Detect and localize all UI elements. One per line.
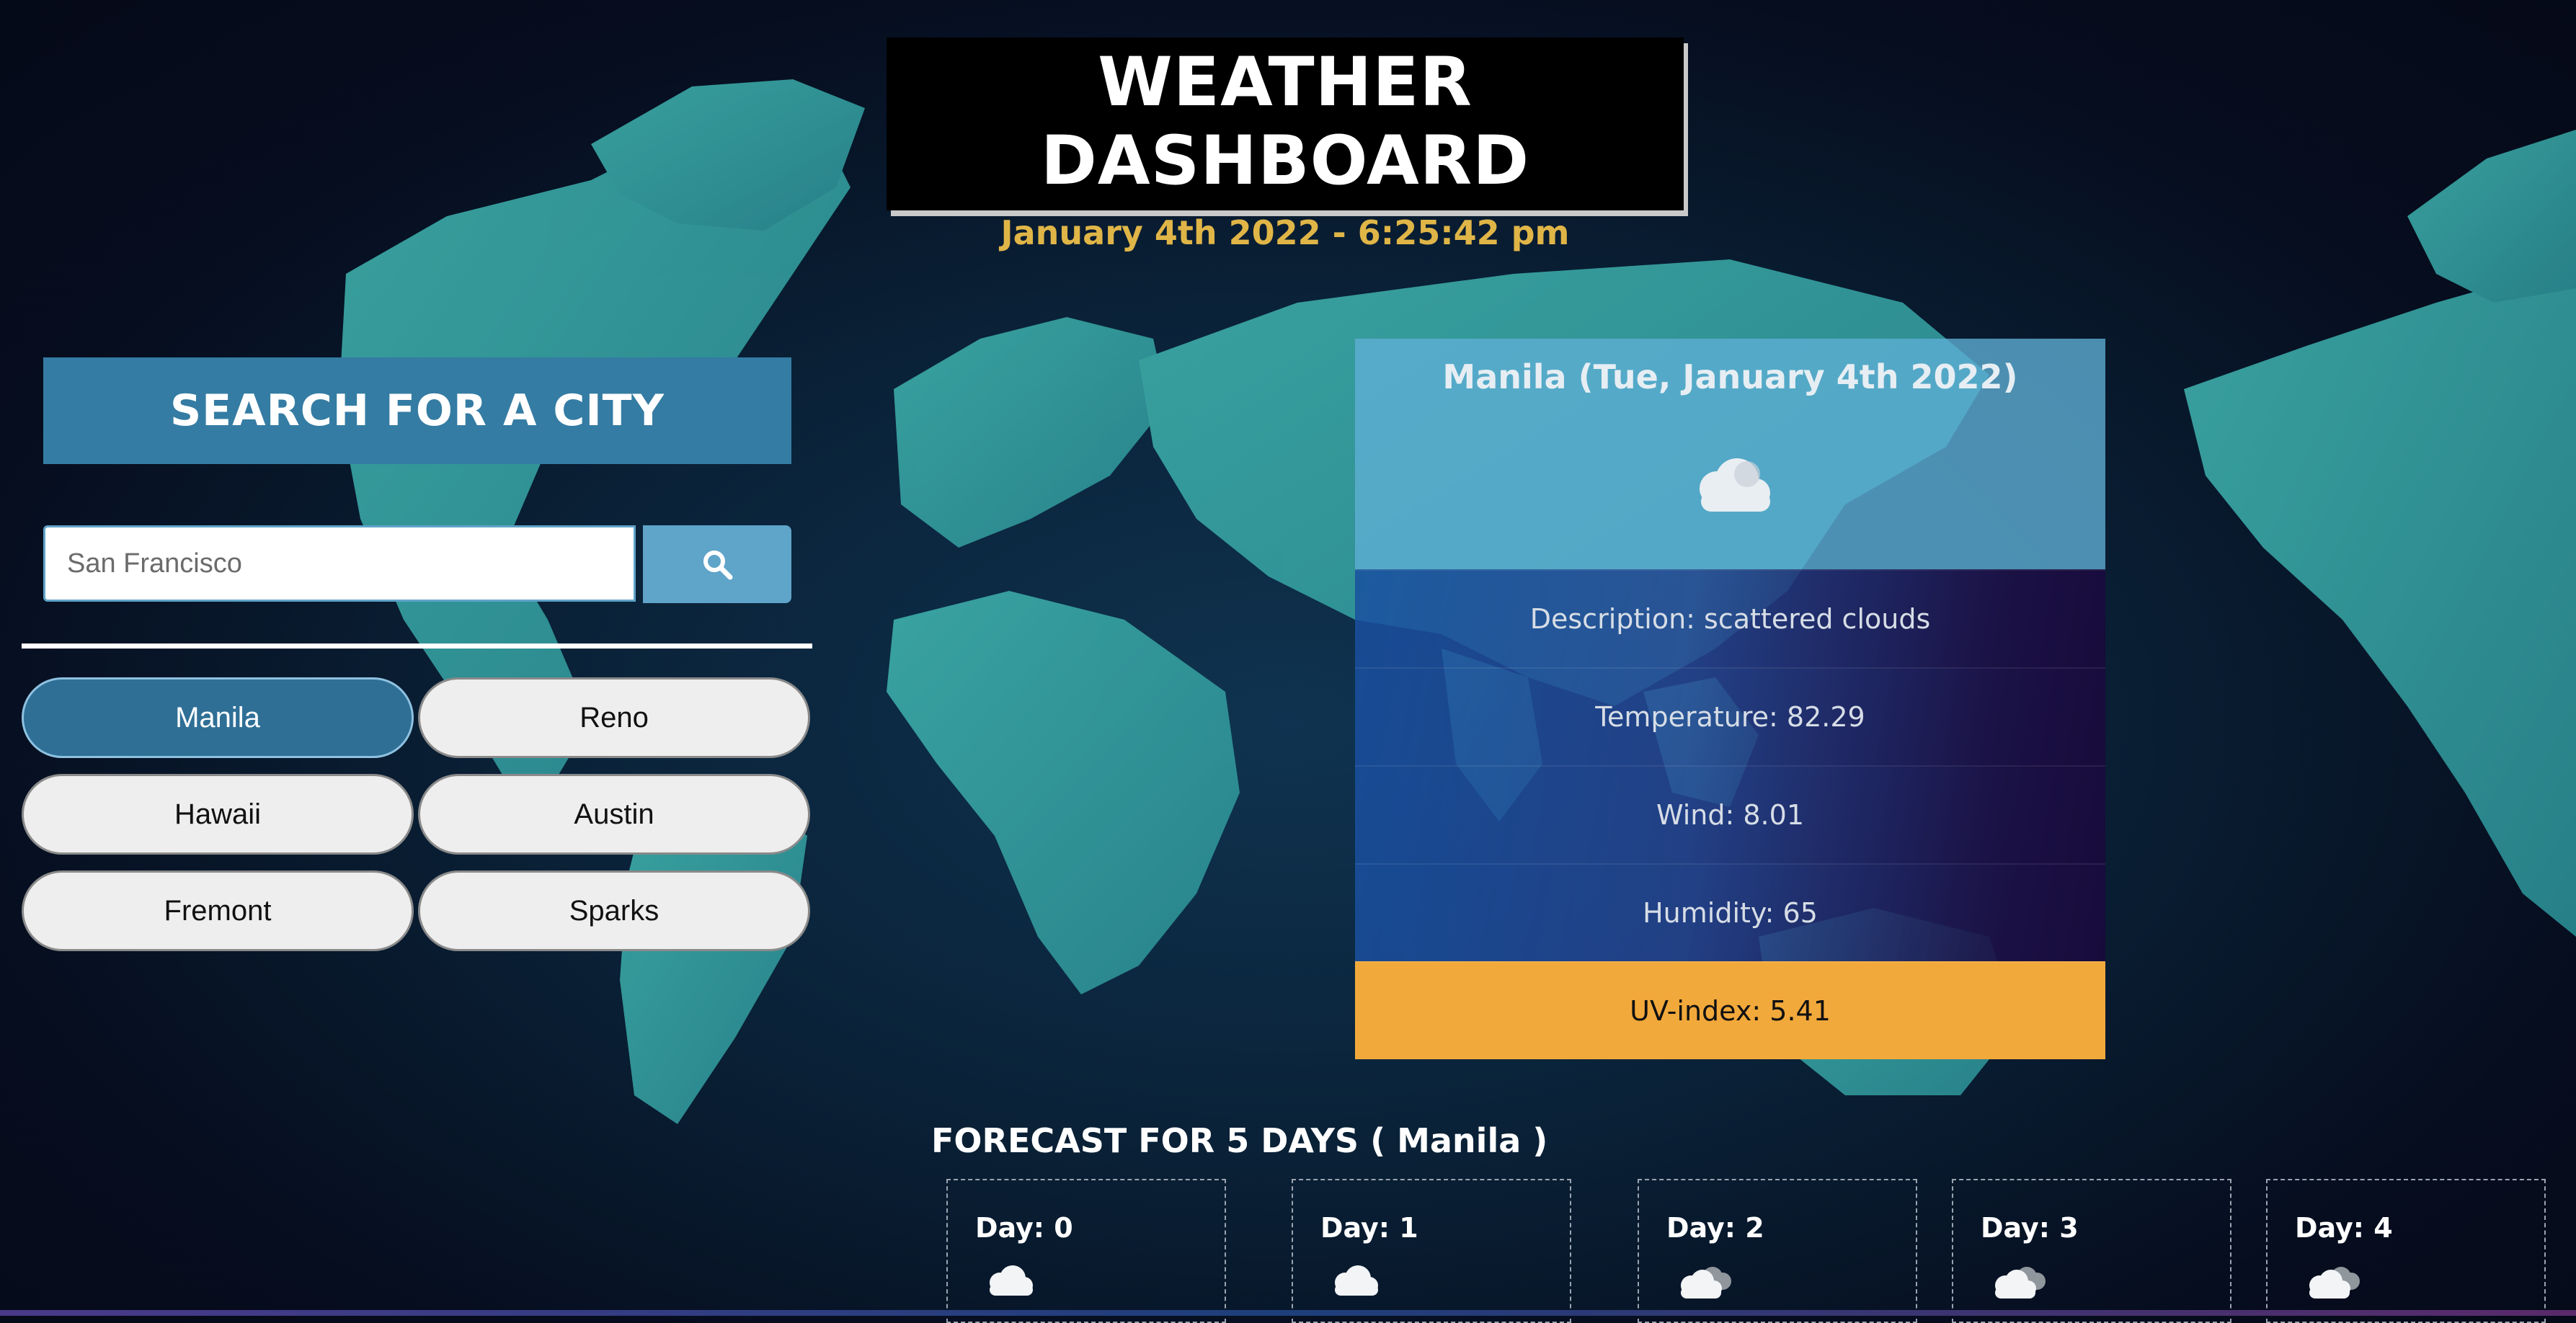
search-divider (22, 643, 812, 649)
wind-row: Wind: 8.01 (1355, 765, 2105, 863)
broken-clouds-icon (1681, 1267, 1731, 1298)
temperature-row: Temperature: 82.29 (1355, 667, 2105, 765)
forecast-card-day-0: Day: 0 (946, 1179, 1226, 1323)
humidity-row: Humidity: 65 (1355, 863, 2105, 961)
current-datetime: January 4th 2022 - 6:25:42 pm (1000, 213, 1570, 252)
city-button-manila[interactable]: Manila (22, 677, 414, 758)
city-button-hawaii[interactable]: Hawaii (22, 774, 414, 855)
description-row: Description: scattered clouds (1355, 569, 2105, 667)
current-weather-card: Manila (Tue, January 4th 2022) Descripti… (1355, 339, 2105, 1059)
forecast-title: FORECAST FOR 5 DAYS ( Manila ) (931, 1121, 1548, 1160)
forecast-day-label: Day: 4 (2295, 1212, 2393, 1244)
search-row (43, 525, 791, 603)
forecast-day-label: Day: 1 (1320, 1212, 1418, 1244)
search-input[interactable] (43, 525, 636, 602)
bottom-border (0, 1310, 2576, 1316)
search-icon (703, 551, 733, 580)
search-panel: SEARCH FOR A CITY (43, 357, 791, 603)
scattered-clouds-icon (1700, 458, 1770, 512)
forecast-day-label: Day: 2 (1666, 1212, 1764, 1244)
search-button[interactable] (643, 525, 791, 603)
uv-index-row: UV-index: 5.41 (1355, 961, 2105, 1059)
current-weather-header: Manila (Tue, January 4th 2022) (1355, 339, 2105, 569)
forecast-card-day-3: Day: 3 (1952, 1179, 2231, 1323)
city-button-fremont[interactable]: Fremont (22, 870, 414, 951)
app-header: WEATHER DASHBOARD January 4th 2022 - 6:2… (887, 37, 1684, 252)
forecast-card-day-1: Day: 1 (1292, 1179, 1571, 1323)
city-button-reno[interactable]: Reno (418, 677, 810, 758)
broken-clouds-icon (2309, 1267, 2360, 1298)
cloud-icon (990, 1265, 1033, 1296)
city-button-austin[interactable]: Austin (418, 774, 810, 855)
search-title: SEARCH FOR A CITY (43, 357, 791, 464)
city-button-sparks[interactable]: Sparks (418, 870, 810, 951)
cloud-icon (1335, 1265, 1378, 1296)
app-title: WEATHER DASHBOARD (1040, 43, 1530, 200)
broken-clouds-icon (1995, 1267, 2046, 1298)
forecast-day-label: Day: 0 (975, 1212, 1073, 1244)
forecast-card-day-2: Day: 2 (1638, 1179, 1917, 1323)
current-city-date: Manila (Tue, January 4th 2022) (1442, 357, 2018, 396)
forecast-day-label: Day: 3 (1981, 1212, 2079, 1244)
forecast-card-day-4: Day: 4 (2266, 1179, 2546, 1323)
